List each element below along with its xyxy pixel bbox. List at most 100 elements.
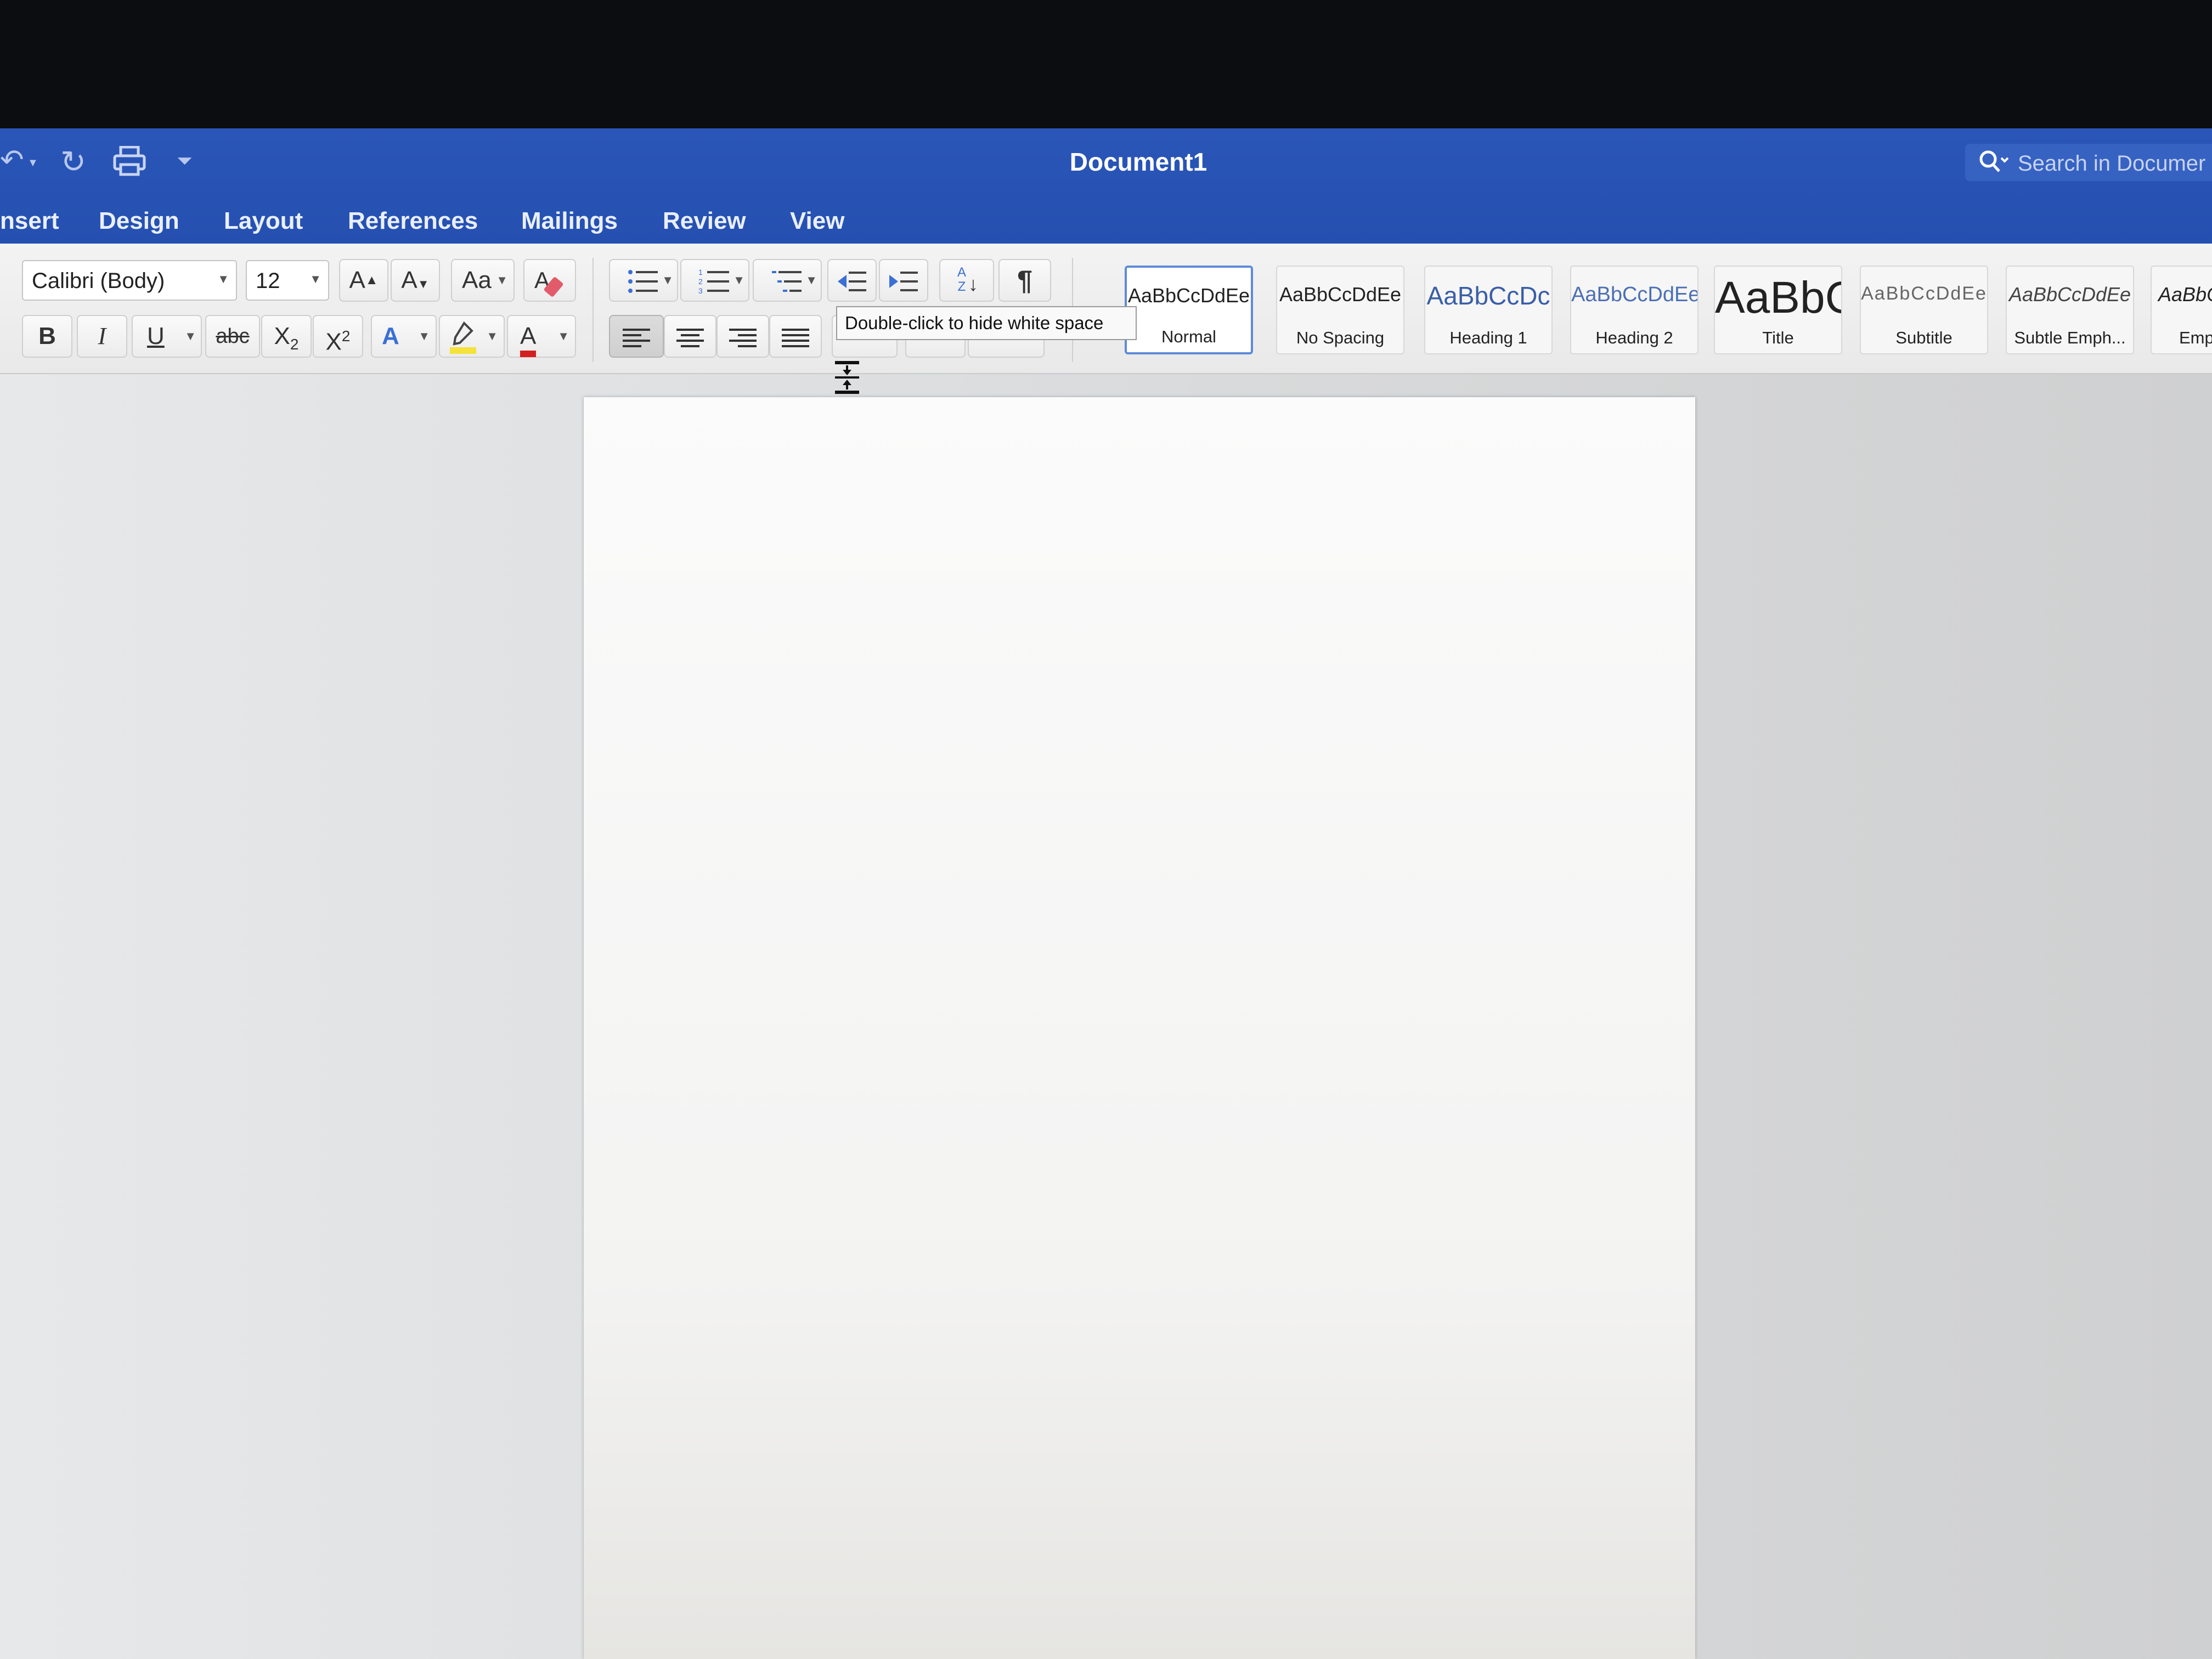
style-sample: AaBbCcDdEe (1279, 283, 1402, 306)
bold-button[interactable]: B (22, 315, 72, 358)
style-sample: AaBbCcDc (1426, 281, 1550, 310)
decrease-indent-button[interactable] (827, 259, 877, 302)
svg-text:2: 2 (698, 277, 703, 286)
decrease-indent-icon (836, 267, 868, 294)
style-sample: AaBbCcDdEe (1861, 283, 1987, 304)
tab-mailings[interactable]: Mailings (521, 207, 618, 235)
numbered-list-icon: 1 2 3 (698, 267, 731, 295)
text-effects-button[interactable]: A ▼ (371, 315, 437, 358)
text-effects-label: A (382, 323, 399, 349)
increase-indent-button[interactable] (879, 259, 928, 302)
style-sample: AaBbC (1715, 273, 1841, 323)
bullet-list-icon (627, 267, 660, 294)
align-right-icon (728, 323, 758, 349)
search-input[interactable]: Search in Documer (1965, 144, 2212, 181)
style-heading-1[interactable]: AaBbCcDc Heading 1 (1424, 266, 1553, 354)
style-normal[interactable]: AaBbCcDdEe Normal (1125, 266, 1253, 354)
style-subtle-emphasis[interactable]: AaBbCcDdEe Subtle Emph... (2006, 266, 2134, 354)
eraser-icon: A (533, 267, 566, 297)
underline-label: U (147, 323, 165, 349)
tab-review[interactable]: Review (663, 207, 746, 235)
font-name-field[interactable]: Calibri (Body) ▼ (22, 260, 237, 301)
chevron-down-icon[interactable]: ▼ (27, 157, 38, 170)
customize-toolbar-icon[interactable]: ⏷ (177, 149, 193, 173)
group-divider (592, 258, 594, 362)
tab-references[interactable]: References (348, 207, 478, 235)
undo-icon[interactable]: ↶ (0, 144, 24, 177)
tab-design[interactable]: Design (99, 207, 179, 235)
style-sample: AaBbCcDdEe (1571, 283, 1699, 306)
redo-icon[interactable]: ↻ (60, 144, 86, 180)
document-page[interactable] (584, 397, 1695, 1659)
clear-formatting-button[interactable]: A (523, 259, 576, 302)
tab-view[interactable]: View (790, 207, 844, 235)
chevron-down-icon[interactable]: ▼ (309, 272, 321, 286)
font-size-value: 12 (256, 269, 280, 293)
style-name: No Spacing (1296, 328, 1385, 347)
justify-button[interactable] (769, 315, 822, 358)
style-sample: AaBbCcDdEe (2008, 283, 2131, 306)
style-name: Subtle Emph... (2014, 328, 2126, 347)
superscript-mark: 2 (341, 328, 351, 345)
tab-layout[interactable]: Layout (224, 207, 303, 235)
shrink-font-button[interactable]: A▼ (391, 259, 440, 302)
numbering-button[interactable]: 1 2 3 ▼ (680, 259, 749, 302)
whitespace-cursor-icon (833, 360, 861, 398)
style-name: Normal (1161, 327, 1216, 346)
shrink-font-label: A (401, 267, 417, 294)
justify-icon (781, 323, 810, 349)
style-name: Heading 2 (1595, 328, 1673, 347)
show-formatting-button[interactable]: ¶ (998, 259, 1051, 302)
subscript-mark: 2 (290, 335, 299, 353)
grow-font-label: A (349, 267, 365, 294)
font-size-field[interactable]: 12 ▼ (246, 260, 329, 301)
svg-text:1: 1 (698, 268, 703, 276)
underline-button[interactable]: U ▼ (132, 315, 202, 358)
style-title[interactable]: AaBbC Title (1714, 266, 1842, 354)
style-sample: AaBbC (2158, 283, 2212, 306)
print-icon[interactable] (113, 145, 146, 179)
align-left-button[interactable] (609, 315, 664, 358)
multilevel-list-icon (771, 267, 804, 294)
align-center-icon (675, 323, 705, 349)
style-no-spacing[interactable]: AaBbCcDdEe No Spacing (1276, 266, 1404, 354)
title-bar (0, 128, 2212, 244)
style-sample: AaBbCcDdEe (1127, 284, 1250, 307)
align-center-button[interactable] (664, 315, 716, 358)
strikethrough-button[interactable]: abc (205, 315, 260, 358)
document-title: Document1 (1069, 148, 1207, 176)
style-heading-2[interactable]: AaBbCcDdEe Heading 2 (1570, 266, 1699, 354)
style-name: Heading 1 (1449, 328, 1527, 347)
highlight-button[interactable]: ▼ (439, 315, 505, 358)
multilevel-list-button[interactable]: ▼ (753, 259, 822, 302)
style-name: Title (1762, 328, 1794, 347)
search-icon (1977, 148, 2012, 181)
superscript-base: X (325, 328, 342, 356)
font-name-value: Calibri (Body) (32, 269, 165, 293)
font-color-label: A (520, 322, 537, 357)
change-case-label: Aa (462, 267, 492, 294)
grow-font-button[interactable]: A▲ (339, 259, 388, 302)
tab-insert[interactable]: nsert (0, 207, 59, 235)
subscript-button[interactable]: X2 (261, 315, 312, 358)
style-name: Subtitle (1895, 328, 1953, 347)
highlighter-icon (448, 321, 478, 354)
bullets-button[interactable]: ▼ (609, 259, 678, 302)
style-subtitle[interactable]: AaBbCcDdEe Subtitle (1860, 266, 1988, 354)
sort-button[interactable]: A Z ↓ (939, 259, 994, 302)
style-emphasis[interactable]: AaBbC Emp (2151, 266, 2212, 354)
font-color-button[interactable]: A ▼ (507, 315, 576, 358)
svg-text:3: 3 (698, 286, 703, 295)
align-left-icon (622, 323, 651, 349)
style-name: Emp (2179, 328, 2212, 347)
change-case-button[interactable]: Aa ▼ (451, 259, 515, 302)
sort-icon: A Z (957, 265, 966, 294)
increase-indent-icon (887, 267, 920, 294)
tooltip: Double-click to hide white space (836, 306, 1137, 340)
superscript-button[interactable]: X2 (313, 315, 363, 358)
search-placeholder: Search in Documer (2018, 151, 2206, 176)
align-right-button[interactable] (716, 315, 769, 358)
italic-button[interactable]: I (77, 315, 127, 358)
subscript-base: X (274, 323, 290, 349)
chevron-down-icon[interactable]: ▼ (217, 272, 229, 286)
